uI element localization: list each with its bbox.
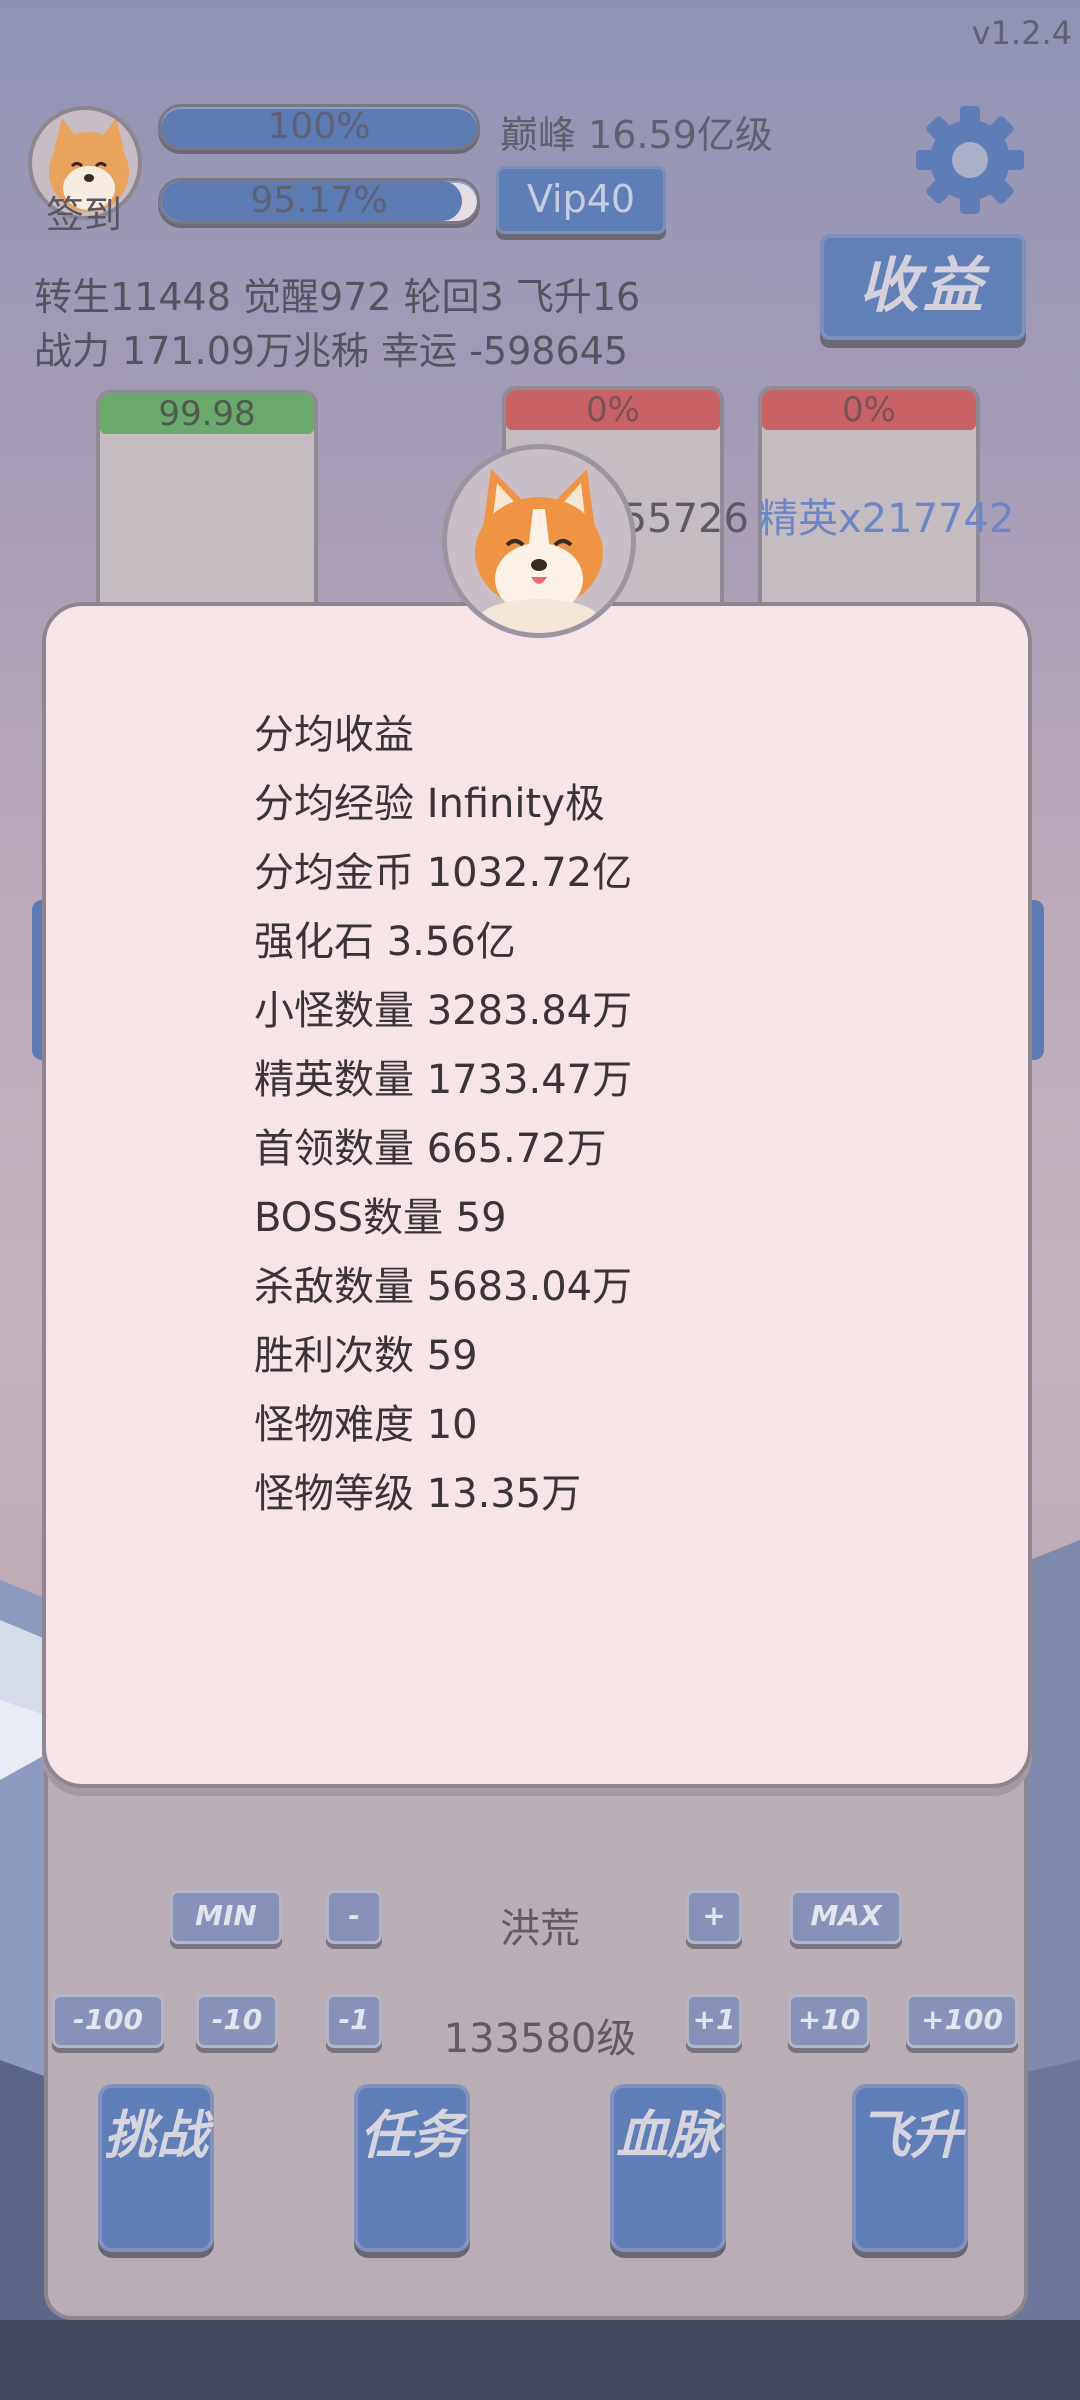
max-button[interactable]: MAX: [790, 1890, 902, 1944]
plus-1-button[interactable]: +1: [686, 1994, 742, 2048]
stat-row: 怪物难度 10: [254, 1402, 478, 1448]
power-stats: 战力 171.09万兆秭 幸运 -598645: [34, 329, 628, 373]
progress-bar-second-text: 95.17%: [250, 180, 388, 221]
min-button[interactable]: MIN: [170, 1890, 282, 1944]
elite-count: 精英x217742: [758, 496, 1015, 542]
income-button[interactable]: 收益: [820, 234, 1026, 340]
stat-row: 怪物等级 13.35万: [254, 1471, 582, 1517]
stat-row: 胜利次数 59: [254, 1333, 478, 1379]
stat-row: 分均金币 1032.72亿: [254, 850, 633, 896]
stat-row: 分均收益: [254, 712, 414, 758]
stat-row: 小怪数量 3283.84万: [254, 988, 633, 1034]
plus-100-button[interactable]: +100: [906, 1994, 1018, 2048]
sign-in-label[interactable]: 签到: [44, 184, 124, 239]
corgi-avatar[interactable]: [442, 444, 636, 638]
area-name: 洪荒: [500, 1906, 580, 1952]
peak-level: 巅峰 16.59亿级: [500, 113, 773, 157]
plus-button[interactable]: +: [686, 1890, 742, 1944]
minus-1-button[interactable]: -1: [326, 1994, 382, 2048]
minus-button[interactable]: -: [326, 1890, 382, 1944]
level-value: 133580级: [443, 2016, 637, 2062]
rebirth-stats: 转生11448 觉醒972 轮回3 飞升16: [34, 275, 641, 319]
minus-10-button[interactable]: -10: [196, 1994, 278, 2048]
progress-bar-top-text: 100%: [267, 106, 371, 147]
minus-100-button[interactable]: -100: [52, 1994, 164, 2048]
stat-row: 首领数量 665.72万: [254, 1126, 607, 1172]
vip-button[interactable]: Vip40: [496, 166, 666, 234]
stat-row: 杀敌数量 5683.04万: [254, 1264, 633, 1310]
gear-icon[interactable]: [910, 100, 1030, 220]
challenge-button[interactable]: 挑战: [98, 2084, 214, 2252]
card-1[interactable]: 99.98: [96, 390, 318, 620]
stat-row: BOSS数量 59: [254, 1195, 507, 1241]
card-3-value: 0%: [762, 390, 976, 430]
task-button[interactable]: 任务: [354, 2084, 470, 2252]
stats-modal: 分均收益 分均经验 Infinity极 分均金币 1032.72亿 强化石 3.…: [42, 602, 1032, 1788]
stat-row: 分均经验 Infinity极: [254, 781, 605, 827]
corgi-icon: [475, 469, 603, 633]
progress-bar-top: 100%: [158, 104, 480, 150]
ascend-button[interactable]: 飞升: [852, 2084, 968, 2252]
stat-row: 强化石 3.56亿: [254, 919, 516, 965]
stat-row: 精英数量 1733.47万: [254, 1057, 633, 1103]
progress-bar-second: 95.17%: [158, 178, 480, 224]
card-1-value: 99.98: [100, 394, 314, 434]
version-label: v1.2.4: [971, 14, 1072, 52]
card-2-value: 0%: [506, 390, 720, 430]
bloodline-button[interactable]: 血脉: [610, 2084, 726, 2252]
plus-10-button[interactable]: +10: [788, 1994, 870, 2048]
